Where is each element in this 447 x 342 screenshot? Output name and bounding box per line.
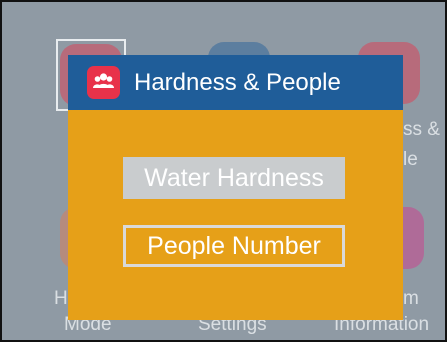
bg-label-bottom-right-1: m <box>403 288 419 309</box>
water-hardness-option[interactable]: Water Hardness <box>123 157 345 199</box>
bg-label-top-right-2: le <box>403 149 418 170</box>
bg-label-top-right-1: ss & <box>403 119 440 140</box>
device-screen: ss & le H Mode Settings m Information Ha… <box>0 0 447 342</box>
bg-label-bottom-left-1: H <box>54 288 68 309</box>
people-number-option[interactable]: People Number <box>123 225 345 267</box>
people-icon <box>87 66 120 99</box>
hardness-people-dialog: Hardness & People Water Hardness People … <box>68 55 403 320</box>
dialog-header: Hardness & People <box>68 55 403 110</box>
dialog-title: Hardness & People <box>134 69 341 96</box>
